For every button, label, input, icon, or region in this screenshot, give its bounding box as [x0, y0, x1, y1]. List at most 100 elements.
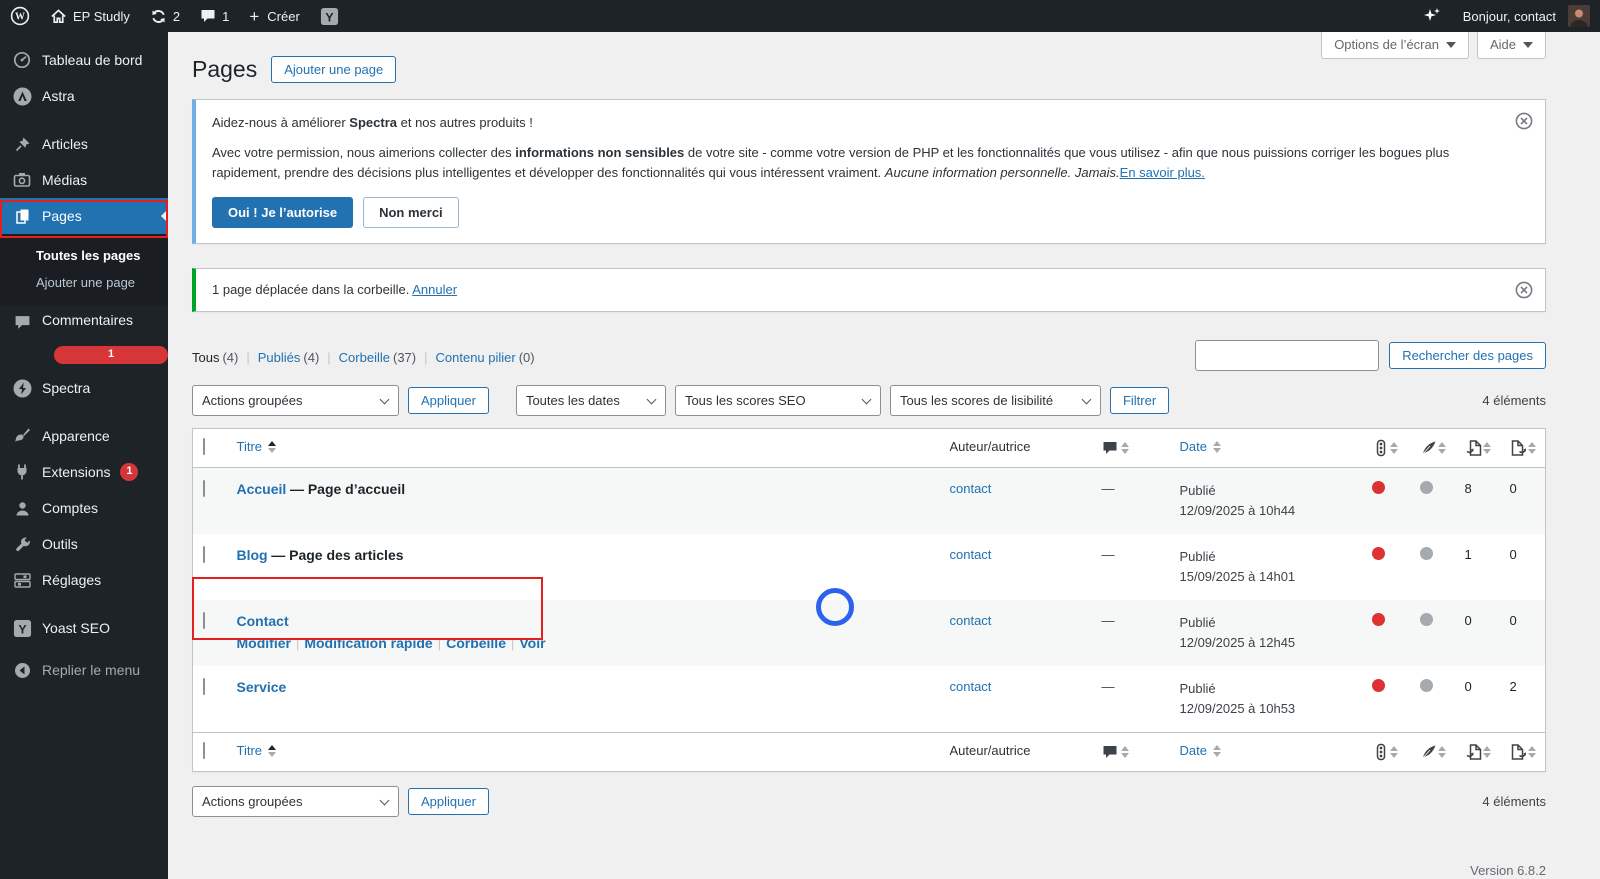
readability-filter-select[interactable]: Tous les scores de lisibilité — [889, 385, 1101, 416]
date: 12/09/2025 à 10h44 — [1179, 503, 1296, 518]
page-title-link[interactable]: Blog — [237, 547, 268, 563]
sidebar-item-dashboard[interactable]: Tableau de bord — [0, 42, 168, 78]
sidebar-item-settings[interactable]: Réglages — [0, 562, 168, 598]
sidebar-item-tools[interactable]: Outils — [0, 526, 168, 562]
seo-score-filter-select[interactable]: Tous les scores SEO — [674, 385, 881, 416]
bulk-actions-select[interactable]: Actions groupées — [192, 385, 399, 416]
yoast-admin-bar-icon[interactable]: Y — [310, 0, 349, 32]
learn-more-link[interactable]: En savoir plus. — [1120, 165, 1205, 180]
date: 12/09/2025 à 10h53 — [1179, 701, 1296, 716]
sort-date-header[interactable]: Date — [1180, 439, 1221, 454]
comments-menu[interactable]: 1 — [190, 0, 239, 32]
sidebar-item-posts[interactable]: Articles — [0, 126, 168, 162]
wordpress-logo-icon[interactable]: W — [0, 0, 40, 32]
sparkles-icon[interactable] — [1411, 0, 1453, 32]
status: Publié — [1179, 615, 1216, 630]
row-checkbox[interactable] — [203, 480, 205, 497]
submenu-add-page[interactable]: Ajouter une page — [0, 269, 168, 296]
notice-heading: Aidez-nous à améliorer Spectra et nos au… — [212, 115, 533, 130]
author-link[interactable]: contact — [950, 547, 992, 562]
row-checkbox[interactable] — [203, 678, 205, 695]
dismiss-icon[interactable] — [1515, 281, 1533, 302]
version-text: Version 6.8.2 — [1470, 863, 1546, 878]
sidebar-item-media[interactable]: Médias — [0, 162, 168, 198]
add-page-button[interactable]: Ajouter une page — [271, 56, 397, 83]
sort-title-header[interactable]: Titre — [237, 439, 277, 454]
outgoing-links-count: 0 — [1509, 481, 1517, 496]
quick-edit-link[interactable]: Modification rapide — [304, 635, 432, 651]
sidebar-item-pages[interactable]: Pages — [0, 198, 168, 234]
view-trash[interactable]: Corbeille(37) — [319, 350, 416, 365]
updates-menu[interactable]: 2 — [140, 0, 190, 32]
sidebar-item-label: Spectra — [42, 380, 91, 396]
allow-tracking-button[interactable]: Oui ! Je l’autorise — [212, 197, 354, 228]
view-all[interactable]: Tous (4) — [192, 350, 238, 365]
select-all-checkbox[interactable] — [203, 742, 205, 759]
new-content-menu[interactable]: + Créer — [239, 0, 309, 32]
search-input[interactable] — [1195, 340, 1380, 371]
sliders-icon — [12, 570, 32, 590]
incoming-links-column-icon[interactable] — [1465, 743, 1483, 761]
spectra-icon — [12, 378, 32, 398]
sidebar-item-astra[interactable]: Astra — [0, 78, 168, 114]
seo-score-column-icon[interactable] — [1372, 439, 1390, 457]
seo-score-column-icon[interactable] — [1372, 743, 1390, 761]
apply-button[interactable]: Appliquer — [408, 387, 489, 414]
sort-arrows-icon — [1212, 440, 1221, 453]
site-menu[interactable]: EP Studly — [40, 0, 140, 32]
readability-dot — [1419, 547, 1433, 560]
sort-arrows-icon — [1482, 746, 1491, 758]
page-title-link[interactable]: Contact — [237, 613, 289, 629]
filter-button[interactable]: Filtrer — [1109, 387, 1170, 414]
dates-filter-select[interactable]: Toutes les dates — [515, 385, 666, 416]
screen-options-button[interactable]: Options de l’écran — [1321, 32, 1469, 59]
view-link[interactable]: Voir — [519, 635, 545, 651]
sidebar-item-users[interactable]: Comptes — [0, 490, 168, 526]
submenu-all-pages[interactable]: Toutes les pages — [0, 242, 168, 269]
plugin-icon — [12, 462, 32, 482]
apply-button-bottom[interactable]: Appliquer — [408, 788, 489, 815]
comments-column-icon[interactable] — [1102, 744, 1118, 760]
home-icon — [50, 8, 67, 25]
author-link[interactable]: contact — [950, 679, 992, 694]
author-link[interactable]: contact — [950, 613, 992, 628]
readability-column-icon[interactable] — [1420, 743, 1438, 761]
readability-column-icon[interactable] — [1420, 439, 1438, 457]
sidebar-item-appearance[interactable]: Apparence — [0, 418, 168, 454]
search-pages-button[interactable]: Rechercher des pages — [1389, 342, 1546, 369]
trash-link[interactable]: Corbeille — [446, 635, 506, 651]
row-checkbox[interactable] — [203, 612, 205, 629]
sort-date-header[interactable]: Date — [1180, 743, 1221, 758]
sort-arrows-icon — [1437, 442, 1446, 454]
account-menu[interactable]: Bonjour, contact — [1453, 0, 1600, 32]
page-title-link[interactable]: Service — [237, 679, 287, 695]
row-checkbox[interactable] — [203, 546, 205, 563]
page-title-link[interactable]: Accueil — [237, 481, 287, 497]
sidebar-item-spectra[interactable]: Spectra — [0, 370, 168, 406]
sort-arrows-icon — [1212, 744, 1221, 757]
help-button[interactable]: Aide — [1476, 32, 1546, 59]
undo-link[interactable]: Annuler — [412, 282, 457, 297]
yoast-icon: Y — [12, 618, 32, 638]
sidebar-item-plugins[interactable]: Extensions 1 — [0, 454, 168, 490]
author-link[interactable]: contact — [950, 481, 992, 496]
select-all-checkbox[interactable] — [203, 438, 205, 455]
dismiss-icon[interactable] — [1515, 112, 1533, 133]
sidebar-item-comments[interactable]: Commentaires 1 — [0, 306, 168, 370]
wordpress-admin: W EP Studly 2 1 + Créer Y Bonjour, conta… — [0, 0, 1600, 879]
edit-link[interactable]: Modifier — [237, 635, 291, 651]
comments-column-icon[interactable] — [1102, 440, 1118, 456]
sidebar-item-collapse[interactable]: Replier le menu — [0, 652, 168, 688]
sort-title-header[interactable]: Titre — [237, 743, 277, 758]
sidebar-item-yoast[interactable]: Y Yoast SEO — [0, 610, 168, 646]
view-published[interactable]: Publiés(4) — [238, 350, 320, 365]
spectra-notice: Aidez-nous à améliorer Spectra et nos au… — [192, 99, 1546, 244]
outgoing-links-column-icon[interactable] — [1510, 439, 1528, 457]
incoming-links-column-icon[interactable] — [1465, 439, 1483, 457]
bulk-actions-select-bottom[interactable]: Actions groupées — [192, 786, 399, 817]
outgoing-links-column-icon[interactable] — [1510, 743, 1528, 761]
view-cornerstone[interactable]: Contenu pilier(0) — [416, 350, 535, 365]
deny-tracking-button[interactable]: Non merci — [363, 197, 459, 228]
sidebar-item-label: Yoast SEO — [42, 620, 110, 636]
paintbrush-icon — [12, 426, 32, 446]
